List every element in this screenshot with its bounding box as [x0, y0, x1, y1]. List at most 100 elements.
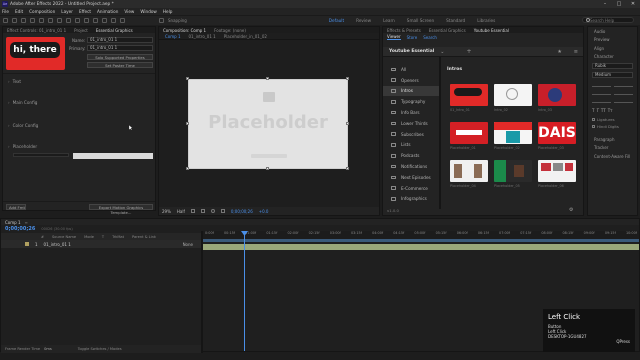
brush-tool-icon[interactable]	[93, 18, 98, 23]
snapping-checkbox[interactable]	[159, 18, 164, 23]
font-size-field[interactable]	[592, 82, 611, 87]
tab-footage[interactable]: Footage: (none)	[210, 28, 250, 33]
tab-essential-graphics-library[interactable]: Essential Graphics	[425, 28, 470, 33]
category-subscribes[interactable]: Subscribes	[383, 129, 439, 140]
maximize-button[interactable]: □	[612, 1, 626, 7]
favorite-star-icon[interactable]: ★	[557, 49, 561, 55]
label-color-swatch[interactable]	[25, 242, 29, 246]
work-area-bar[interactable]	[203, 239, 639, 242]
channel-icon[interactable]	[210, 209, 215, 213]
panel-tracker[interactable]: Tracker	[588, 144, 637, 153]
add-formatting-button[interactable]: Add Fmt	[6, 204, 26, 210]
export-motion-graphics-template-button[interactable]: Export Motion Graphics Template...	[89, 204, 153, 215]
puppet-tool-icon[interactable]	[120, 18, 125, 23]
menu-layer[interactable]: Layer	[61, 9, 73, 14]
zoom-tool-icon[interactable]	[30, 18, 35, 23]
name-field[interactable]: 01_intro_01 1	[87, 37, 153, 43]
workspace-libraries[interactable]: Libraries	[477, 18, 495, 23]
template-thumbnail[interactable]: Intro_02	[494, 84, 532, 112]
template-thumbnail[interactable]: Placeholder_06	[538, 160, 576, 188]
zoom-select[interactable]: 29%	[162, 209, 171, 214]
current-time[interactable]: 0;00;00;26	[231, 209, 253, 214]
baseline-field[interactable]	[614, 98, 633, 103]
faux-bold-icon[interactable]: T	[592, 108, 594, 113]
type-tool-icon[interactable]	[84, 18, 89, 23]
tracking-field[interactable]	[614, 90, 633, 95]
snapshot-icon[interactable]	[220, 209, 225, 213]
menu-window[interactable]: Window	[140, 9, 157, 14]
timeline-timecode[interactable]: 0;00;00;26	[5, 226, 35, 232]
template-thumbnail[interactable]: Placeholder_01	[450, 122, 488, 150]
leading-field[interactable]	[614, 82, 633, 87]
template-thumbnail[interactable]: Placeholder_04	[450, 160, 488, 188]
placeholder-name-field[interactable]	[13, 153, 69, 157]
section-color-config[interactable]: › Color Config	[8, 123, 38, 128]
timeline-tab-comp-1[interactable]: Comp 1	[5, 220, 21, 225]
viewer-tab-placeholder[interactable]: Placeholder_in_01_02	[224, 34, 267, 39]
toggle-switches-modes-button[interactable]: Toggle Switches / Modes	[78, 347, 122, 351]
panel-character[interactable]: Character	[588, 53, 637, 62]
all-caps-icon[interactable]: TT	[601, 108, 606, 113]
layer-row[interactable]: 1 01_intro_01 1 None	[1, 240, 201, 248]
template-thumbnail[interactable]: 01_Intro_01	[450, 84, 488, 112]
resolution-select[interactable]: Half	[177, 209, 185, 214]
subtab-viewer[interactable]: Viewer	[387, 34, 401, 40]
panel-audio[interactable]: Audio	[588, 27, 637, 36]
category-lower-thirds[interactable]: Lower Thirds	[383, 118, 439, 129]
transform-handle[interactable]	[186, 167, 189, 170]
tab-project[interactable]: Project	[70, 28, 92, 33]
template-thumbnail[interactable]: Placeholder_02	[494, 122, 532, 150]
rotate-tool-icon[interactable]	[39, 18, 44, 23]
minimize-button[interactable]: –	[598, 1, 612, 7]
stroke-width-field[interactable]	[592, 98, 611, 103]
primary-comp-select[interactable]: 01_intro_01 1	[87, 45, 153, 51]
add-icon[interactable]: +	[467, 48, 472, 55]
menu-animation[interactable]: Animation	[97, 9, 118, 14]
category-intros[interactable]: Intros	[383, 85, 439, 97]
template-thumbnail[interactable]: Intro_03	[538, 84, 576, 112]
workspace-default[interactable]: Default	[329, 18, 344, 23]
mask-icon[interactable]	[200, 209, 205, 213]
font-style-select[interactable]: Medium	[592, 72, 633, 78]
layer-duration-bar[interactable]	[203, 244, 639, 250]
menu-view[interactable]: View	[124, 9, 134, 14]
menu-file[interactable]: File	[2, 9, 9, 14]
ligatures-checkbox[interactable]	[592, 118, 595, 121]
category-all[interactable]: All	[383, 64, 439, 75]
small-caps-icon[interactable]: Tт	[608, 108, 613, 113]
settings-gear-icon[interactable]: ⚙	[569, 207, 573, 213]
panel-content-aware-fill[interactable]: Content-Aware Fill	[588, 152, 637, 161]
pen-tool-icon[interactable]	[75, 18, 80, 23]
transform-handle[interactable]	[266, 167, 269, 170]
category-e-commerce[interactable]: E-Commerce	[383, 183, 439, 194]
camera-tool-icon[interactable]	[48, 18, 53, 23]
layer-parent[interactable]: None	[183, 242, 193, 247]
kerning-field[interactable]	[592, 90, 611, 95]
subtab-search[interactable]: Search	[423, 35, 437, 40]
layer-name[interactable]: 01_intro_01 1	[44, 242, 71, 247]
section-main-config[interactable]: › Main Config	[8, 100, 37, 105]
transform-handle[interactable]	[346, 167, 349, 170]
set-poster-time-button[interactable]: Set Poster Time	[87, 62, 153, 68]
solo-supported-properties-button[interactable]: Solo Supported Properties	[87, 54, 153, 60]
category-podcasts[interactable]: Podcasts	[383, 150, 439, 161]
tab-menu-icon[interactable]: ≡	[25, 220, 28, 225]
placeholder-media-well[interactable]	[73, 153, 153, 159]
tab-composition[interactable]: Composition: Comp 1	[159, 28, 210, 33]
eraser-tool-icon[interactable]	[111, 18, 116, 23]
category-info-bars[interactable]: Info Bars	[383, 107, 439, 118]
home-tool-icon[interactable]	[3, 18, 8, 23]
exposure-value[interactable]: +0.0	[259, 209, 269, 214]
composition-frame[interactable]: Placeholder	[188, 79, 348, 169]
category-next-episodes[interactable]: Next Episodes	[383, 172, 439, 183]
hand-tool-icon[interactable]	[21, 18, 26, 23]
workspace-standard[interactable]: Standard	[446, 18, 465, 23]
transform-handle[interactable]	[186, 122, 189, 125]
playhead[interactable]	[244, 231, 245, 351]
tab-effects-presets[interactable]: Effects & Presets	[383, 28, 425, 33]
stamp-tool-icon[interactable]	[102, 18, 107, 23]
tab-essential-graphics[interactable]: Essential Graphics	[92, 28, 137, 33]
rectangle-tool-icon[interactable]	[66, 18, 71, 23]
pan-tool-icon[interactable]	[57, 18, 62, 23]
hindi-digits-checkbox[interactable]	[592, 125, 595, 128]
